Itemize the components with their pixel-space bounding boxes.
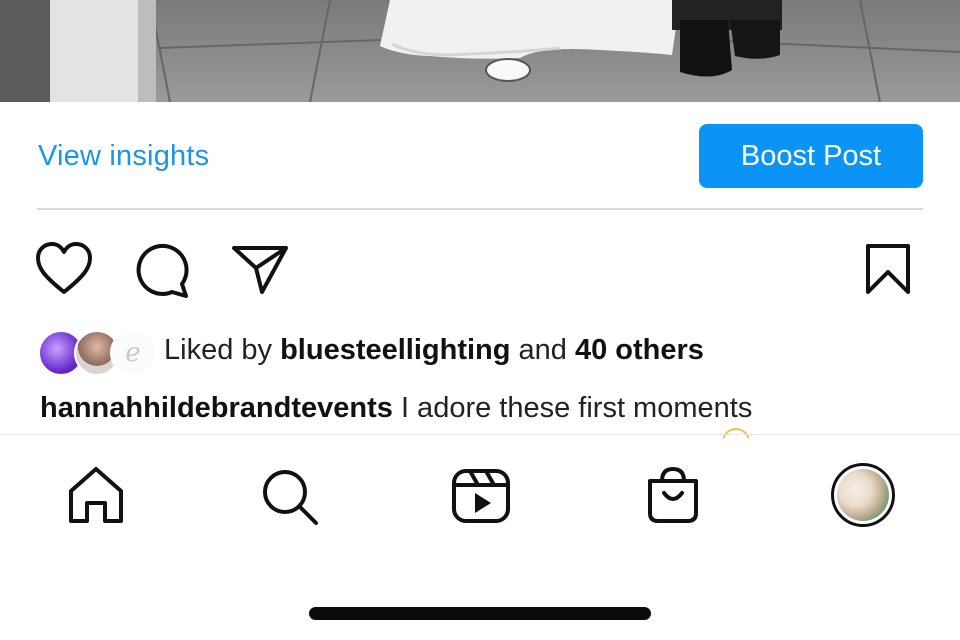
home-icon[interactable]: [65, 465, 127, 527]
divider: [37, 208, 923, 210]
likes-connector: and: [510, 334, 575, 366]
shop-icon[interactable]: [642, 465, 704, 527]
bookmark-icon[interactable]: [858, 240, 918, 300]
emoji-icon: [722, 428, 752, 438]
likes-row[interactable]: e Liked by bluesteellighting and 40 othe…: [38, 330, 918, 376]
post-photo-image: [0, 0, 960, 102]
view-insights-link[interactable]: View insights: [38, 140, 209, 173]
likes-others-count[interactable]: 40 others: [575, 334, 704, 366]
tab-bar-divider: [0, 434, 960, 435]
boost-post-button[interactable]: Boost Post: [699, 124, 923, 188]
post-insights-row: View insights Boost Post: [0, 102, 960, 210]
liker-username[interactable]: bluesteellighting: [280, 334, 510, 366]
search-icon[interactable]: [258, 465, 320, 527]
caption-username[interactable]: hannahhildebrandtevents: [40, 392, 393, 424]
comment-icon[interactable]: [132, 240, 192, 300]
liker-avatars: e: [38, 330, 156, 376]
post-photo[interactable]: [0, 0, 960, 102]
profile-avatar[interactable]: [831, 463, 895, 527]
caption-text: I adore these first moments: [392, 392, 753, 424]
likes-text: Liked by bluesteellighting and 40 others: [164, 334, 704, 367]
avatar: [837, 469, 889, 521]
avatar: e: [110, 330, 156, 376]
heart-icon[interactable]: [34, 240, 94, 300]
reels-icon[interactable]: [450, 465, 512, 527]
share-icon[interactable]: [230, 240, 290, 300]
post-caption: hannahhildebrandtevents I adore these fi…: [40, 392, 752, 425]
home-indicator[interactable]: [309, 607, 651, 620]
likes-prefix: Liked by: [164, 334, 281, 366]
